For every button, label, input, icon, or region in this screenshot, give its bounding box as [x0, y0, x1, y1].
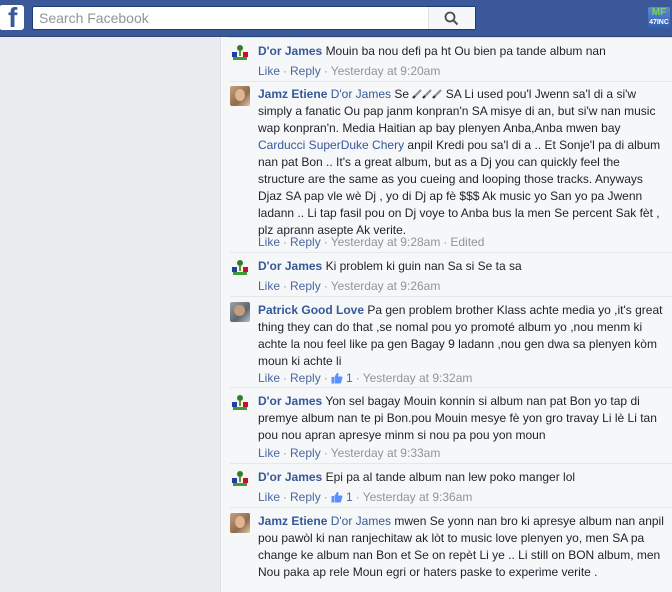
- divider: [230, 296, 672, 297]
- comment-actions: Like · Reply · 1 · Yesterday at 9:32am: [258, 371, 473, 385]
- reply-button[interactable]: Reply: [290, 490, 321, 504]
- pencil-emoji-icon: [432, 89, 443, 99]
- like-count[interactable]: 1: [346, 371, 353, 385]
- comment-actions: Like · Reply · Yesterday at 9:28am · Edited: [258, 235, 485, 249]
- edited-label[interactable]: Edited: [450, 235, 484, 249]
- comment-body: D'or James Epi pa al tande album nan lew…: [258, 469, 664, 486]
- comment-author[interactable]: D'or James: [258, 470, 322, 484]
- like-button[interactable]: Like: [258, 371, 280, 385]
- comment-author[interactable]: Jamz Etiene: [258, 514, 327, 528]
- pencil-emoji-icon: [412, 89, 423, 99]
- divider: [230, 387, 672, 388]
- like-count[interactable]: 1: [346, 490, 353, 504]
- search-button[interactable]: [428, 7, 475, 29]
- mention-link[interactable]: D'or James: [331, 87, 391, 101]
- comment-text: anpil Kredi pou sa'l di a .. Et Sonje'l …: [258, 138, 661, 237]
- avatar[interactable]: [230, 302, 250, 322]
- comment-body: Jamz Etiene D'or James mwen Se yonn nan …: [258, 513, 664, 581]
- like-button[interactable]: Like: [258, 279, 280, 293]
- avatar[interactable]: [230, 469, 250, 489]
- search-input[interactable]: [33, 7, 429, 29]
- comment-actions: Like · Reply · 1 · Yesterday at 9:36am: [258, 490, 473, 504]
- divider: [230, 81, 672, 82]
- comment-body: D'or James Yon sel bagay Mouin konnin si…: [258, 393, 664, 444]
- comment-author[interactable]: Patrick Good Love: [258, 303, 364, 317]
- divider: [230, 252, 672, 253]
- comment-author[interactable]: D'or James: [258, 394, 322, 408]
- avatar[interactable]: [230, 258, 250, 278]
- divider: [230, 463, 672, 464]
- comment-text: Epi pa al tande album nan lew poko mange…: [325, 470, 576, 484]
- divider: [228, 37, 672, 38]
- facebook-logo[interactable]: f: [0, 5, 24, 30]
- comment-actions: Like · Reply · Yesterday at 9:26am: [258, 279, 441, 293]
- comment-body: D'or James Ki problem ki guin nan Sa si …: [258, 258, 664, 275]
- reply-button[interactable]: Reply: [290, 235, 321, 249]
- left-sidebar: [0, 37, 220, 592]
- comment-text: Mouin ba nou defi pa ht Ou bien pa tande…: [325, 44, 606, 58]
- like-button[interactable]: Like: [258, 235, 280, 249]
- reply-button[interactable]: Reply: [290, 279, 321, 293]
- avatar[interactable]: [230, 393, 250, 413]
- mention-link[interactable]: D'or James: [331, 514, 391, 528]
- comment-author[interactable]: D'or James: [258, 259, 322, 273]
- like-thumb-icon: [331, 372, 343, 384]
- like-button[interactable]: Like: [258, 490, 280, 504]
- comment-timestamp[interactable]: Yesterday at 9:32am: [363, 371, 473, 385]
- search-icon: [444, 11, 459, 26]
- pencil-emoji-icon: [422, 89, 433, 99]
- comment-actions: Like · Reply · Yesterday at 9:33am: [258, 446, 441, 460]
- top-navigation-bar: f MF 47INC: [0, 0, 672, 37]
- reply-button[interactable]: Reply: [290, 446, 321, 460]
- comment-timestamp[interactable]: Yesterday at 9:28am: [331, 235, 441, 249]
- search-box: [32, 6, 476, 30]
- comment-text: Se: [394, 87, 410, 101]
- avatar[interactable]: [230, 43, 250, 63]
- comment-timestamp[interactable]: Yesterday at 9:36am: [363, 490, 473, 504]
- like-button[interactable]: Like: [258, 446, 280, 460]
- avatar[interactable]: [230, 513, 250, 533]
- divider: [230, 507, 672, 508]
- app-badge-icon[interactable]: MF 47INC: [648, 7, 670, 29]
- comment-body: Jamz Etiene D'or James Se SA Li used pou…: [258, 86, 664, 239]
- like-thumb-icon: [331, 491, 343, 503]
- comment-author[interactable]: D'or James: [258, 44, 322, 58]
- comment-actions: Like · Reply · Yesterday at 9:20am: [258, 64, 441, 78]
- reply-button[interactable]: Reply: [290, 64, 321, 78]
- comment-body: Patrick Good Love Pa gen problem brother…: [258, 302, 664, 370]
- comment-author[interactable]: Jamz Etiene: [258, 87, 327, 101]
- like-button[interactable]: Like: [258, 64, 280, 78]
- reply-button[interactable]: Reply: [290, 371, 321, 385]
- comment-timestamp[interactable]: Yesterday at 9:20am: [331, 64, 441, 78]
- comments-panel: D'or James Mouin ba nou defi pa ht Ou bi…: [220, 37, 672, 592]
- comment-body: D'or James Mouin ba nou defi pa ht Ou bi…: [258, 43, 664, 60]
- comment-timestamp[interactable]: Yesterday at 9:33am: [331, 446, 441, 460]
- comment-timestamp[interactable]: Yesterday at 9:26am: [331, 279, 441, 293]
- mention-link[interactable]: Carducci SuperDuke Chery: [258, 138, 404, 152]
- comment-text: Ki problem ki guin nan Sa si Se ta sa: [325, 259, 522, 273]
- avatar[interactable]: [230, 86, 250, 106]
